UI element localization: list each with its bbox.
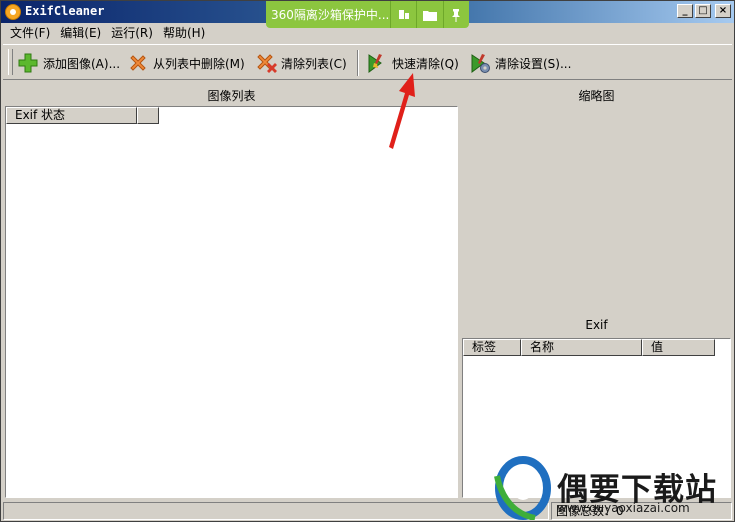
thumbnail-title: 缩略图	[578, 89, 615, 103]
folder-icon	[422, 10, 437, 21]
sandbox-folder-button[interactable]	[416, 1, 442, 28]
column-header-name[interactable]: 名称	[521, 339, 642, 356]
main-window: ExifCleaner _ □ × 360隔离沙箱保护中... 文件(F) 编辑…	[0, 0, 735, 522]
clean-settings-icon	[471, 54, 490, 73]
status-panel-main	[3, 502, 549, 520]
quick-clean-label: 快速清除(Q)	[392, 56, 459, 71]
add-images-label: 添加图像(A)...	[43, 56, 121, 71]
remove-from-list-label: 从列表中删除(M)	[153, 56, 245, 71]
clear-list-label: 清除列表(C)	[281, 56, 347, 71]
sandbox-pin-button[interactable]	[442, 1, 469, 28]
column-header-exif-status[interactable]: Exif 状态	[6, 107, 137, 124]
thumbnail-area	[462, 105, 731, 315]
exif-title: Exif	[585, 318, 608, 332]
toolbar-grip[interactable]	[8, 49, 13, 75]
clean-settings-button[interactable]: 清除设置(S)...	[469, 49, 571, 77]
column-header-tag[interactable]: 标签	[463, 339, 521, 356]
menu-edit[interactable]: 编辑(E)	[55, 24, 106, 42]
plus-icon	[18, 53, 38, 73]
menu-file[interactable]: 文件(F)	[5, 24, 55, 42]
clear-list-button[interactable]: 清除列表(C)	[255, 49, 347, 77]
site-watermark: 偶要下载站 www.ouyaoxiazai.com	[489, 456, 734, 522]
minimize-button[interactable]: _	[677, 4, 693, 18]
pin-icon	[452, 8, 461, 22]
broom-icon	[398, 9, 409, 19]
remove-from-list-button[interactable]: 从列表中删除(M)	[127, 49, 245, 77]
window-controls: _ □ ×	[677, 4, 731, 18]
remove-x-icon	[130, 55, 146, 71]
add-images-button[interactable]: 添加图像(A)...	[17, 49, 120, 77]
menu-bar: 文件(F) 编辑(E) 运行(R) 帮助(H)	[5, 24, 210, 42]
watermark-url: www.ouyaoxiazai.com	[557, 501, 690, 515]
column-header-value[interactable]: 值	[642, 339, 715, 356]
sandbox-overlay[interactable]: 360隔离沙箱保护中...	[266, 1, 469, 28]
clear-list-icon	[257, 54, 277, 73]
image-list[interactable]: Exif 状态	[5, 106, 458, 498]
maximize-button[interactable]: □	[695, 4, 711, 18]
menu-run[interactable]: 运行(R)	[106, 24, 158, 42]
menu-help[interactable]: 帮助(H)	[158, 24, 210, 42]
toolbar-separator	[357, 50, 359, 76]
app-icon[interactable]	[5, 4, 21, 20]
sandbox-clean-button[interactable]	[389, 1, 416, 28]
toolbar: 添加图像(A)... 从列表中删除(M) 清除列表(C) 快速清除(Q) 清除设…	[3, 44, 732, 80]
column-header-blank[interactable]	[137, 107, 159, 124]
clean-settings-label: 清除设置(S)...	[495, 56, 572, 71]
sandbox-status-label: 360隔离沙箱保护中...	[271, 8, 390, 22]
close-button[interactable]: ×	[715, 4, 731, 18]
watermark-logo	[494, 456, 551, 520]
window-title: ExifCleaner	[25, 4, 105, 18]
red-arrow-annotation	[389, 73, 415, 149]
